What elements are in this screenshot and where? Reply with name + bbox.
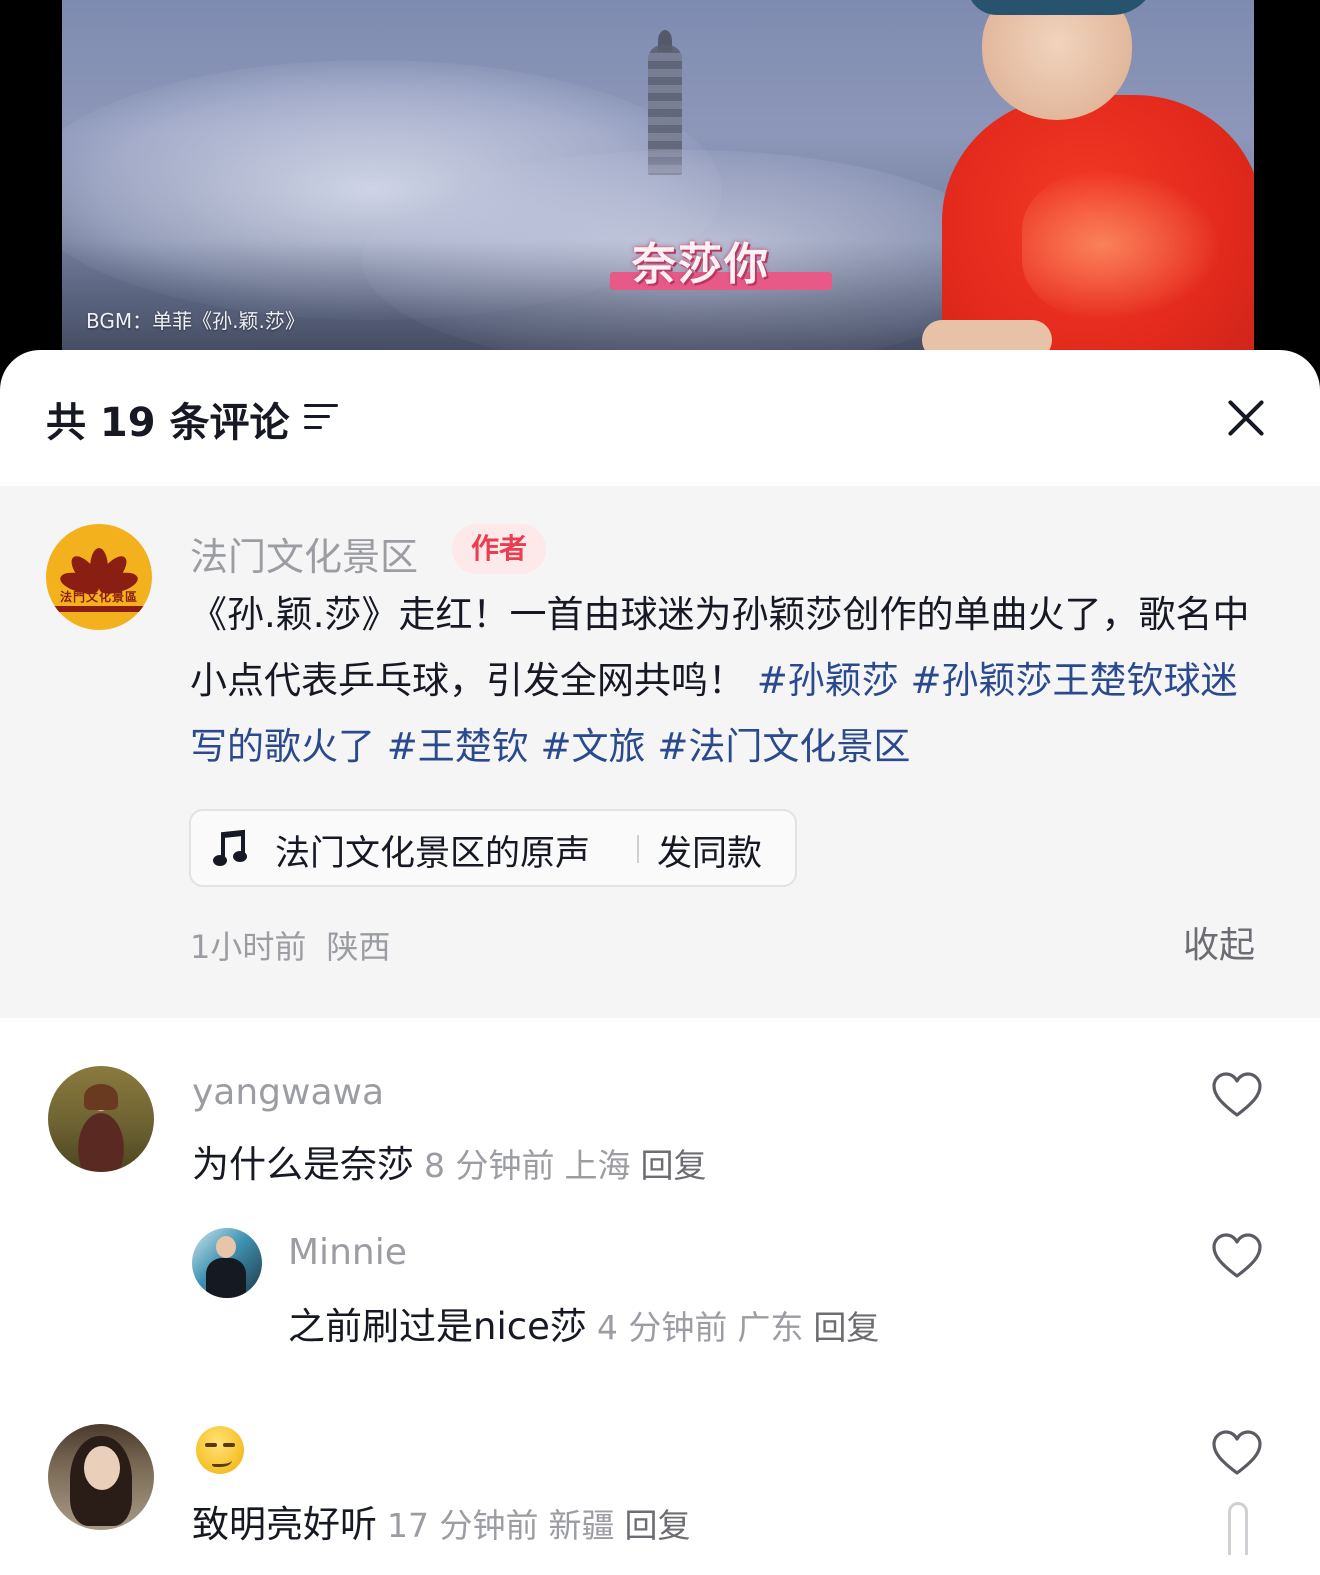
comment-location: 上海: [564, 1146, 631, 1185]
hashtag-link[interactable]: #孙颖莎: [757, 659, 899, 702]
comment-text: 致明亮好听 17 分钟前 新疆 回复: [192, 1494, 690, 1548]
avatar[interactable]: [192, 1228, 262, 1298]
comment-location: 新疆: [548, 1506, 615, 1545]
comments-count-title: 共 19 条评论: [46, 400, 290, 446]
author-name[interactable]: 法门文化景区: [190, 526, 418, 581]
comment-text: 之前刷过是nice莎 4 分钟前 广东 回复: [288, 1296, 879, 1350]
logo-text: 法門文化景區: [59, 590, 138, 604]
author-badge: 作者: [452, 524, 546, 574]
comment-body: 致明亮好听: [192, 1503, 377, 1546]
avatar[interactable]: [48, 1066, 154, 1172]
lotus-icon: [58, 538, 140, 597]
comments-header: 共 19 条评论: [0, 350, 1320, 486]
comment-location: 陕西: [326, 928, 391, 966]
sort-filter-icon[interactable]: [304, 404, 338, 432]
hashtag-link[interactable]: #文旅: [541, 725, 646, 768]
sort-line-1: [304, 404, 338, 407]
logo-band: [54, 606, 144, 612]
use-sound-button[interactable]: 发同款: [657, 825, 762, 876]
comment-time: 4 分钟前: [596, 1308, 728, 1347]
hashtag-link[interactable]: #王楚钦: [387, 725, 529, 768]
comment-username[interactable]: Minnie: [288, 1232, 407, 1273]
close-icon[interactable]: [1226, 398, 1266, 438]
pill-divider: [637, 835, 639, 863]
hashtag-link[interactable]: #法门文化景区: [657, 725, 910, 768]
original-sound-label: 法门文化景区的原声: [275, 834, 591, 874]
collapse-button[interactable]: 收起: [1183, 916, 1255, 968]
avatar[interactable]: [48, 1424, 154, 1530]
sort-line-3: [304, 426, 322, 429]
reply-button[interactable]: 回复: [624, 1506, 690, 1545]
reply-button[interactable]: 回复: [641, 1146, 707, 1185]
reply-button[interactable]: 回复: [813, 1308, 879, 1347]
shirt-pattern: [1022, 170, 1222, 320]
like-heart-icon[interactable]: [1211, 1072, 1263, 1118]
person-cap: [967, 0, 1157, 15]
author-avatar[interactable]: 法門文化景區: [46, 524, 152, 630]
original-sound-pill[interactable]: 法门文化景区的原声 发同款: [189, 809, 797, 887]
comments-sheet: 共 19 条评论 法門文化景區 法门文化景区 作者 《孙.颖.莎》走红！一首由球…: [0, 350, 1320, 1575]
like-heart-icon[interactable]: [1211, 1233, 1263, 1279]
author-comment: 法門文化景區 法门文化景区 作者 《孙.颖.莎》走红！一首由球迷为孙颖莎创作的单…: [0, 486, 1320, 1018]
bgm-label: BGM：单菲《孙.颖.莎》: [86, 309, 305, 333]
like-heart-icon[interactable]: [1211, 1430, 1263, 1476]
comment-time: 17 分钟前: [387, 1506, 539, 1545]
author-comment-text: 《孙.颖.莎》走红！一首由球迷为孙颖莎创作的单曲火了，歌名中小点代表乒乓球，引发…: [190, 582, 1270, 780]
video-player[interactable]: 奈莎你 BGM：单菲《孙.颖.莎》: [62, 0, 1254, 380]
comment-body: 为什么是奈莎: [192, 1143, 414, 1186]
smirk-emoji-icon[interactable]: [196, 1426, 244, 1474]
comment-time: 1小时前: [190, 928, 307, 966]
sort-line-2: [304, 415, 330, 418]
comment-body: 之前刷过是nice莎: [288, 1305, 587, 1348]
comment-location: 广东: [737, 1308, 804, 1347]
video-caption: 奈莎你: [632, 239, 770, 290]
comment-text: 为什么是奈莎 8 分钟前 上海 回复: [192, 1134, 707, 1188]
scroll-indicator[interactable]: [1228, 1502, 1248, 1555]
music-note-icon: [211, 829, 251, 867]
comment-username[interactable]: yangwawa: [192, 1072, 384, 1113]
author-comment-meta: 1小时前 陕西: [190, 922, 391, 968]
comment-time: 8 分钟前: [424, 1146, 555, 1185]
